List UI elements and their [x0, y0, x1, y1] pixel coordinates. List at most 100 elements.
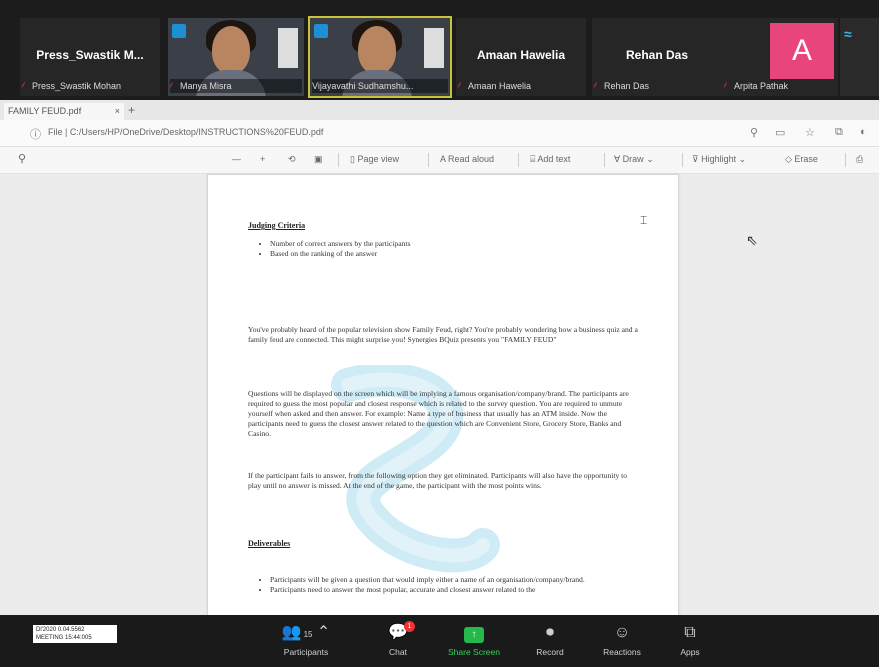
elimination-paragraph: If the participant fails to answer, from…: [248, 471, 628, 490]
zoom-icon[interactable]: ⚲: [750, 126, 758, 139]
pdf-page[interactable]: Judging Criteria Number of correct answe…: [207, 174, 679, 617]
poster-decoration: [314, 24, 328, 38]
address-text[interactable]: File | C:/Users/HP/OneDrive/Desktop/INST…: [48, 127, 323, 137]
poster-decoration: [172, 24, 186, 38]
toolbar-divider: [518, 153, 519, 167]
list-item: Participants will be given a question th…: [270, 575, 640, 585]
browser-tab[interactable]: FAMILY FEUD.pdf ×: [4, 103, 124, 120]
participant-label: Vijayavathi Sudhamshu...: [312, 81, 414, 91]
close-tab-icon[interactable]: ×: [115, 103, 120, 120]
list-item: Based on the ranking of the answer: [270, 249, 640, 259]
participants-label: Participants: [283, 647, 329, 657]
toolbar-divider: [604, 153, 605, 167]
search-icon[interactable]: ⚲: [18, 152, 26, 165]
info-icon[interactable]: ⓘ: [30, 126, 41, 142]
share-screen-button[interactable]: ↑ Share Screen: [444, 621, 504, 657]
participant-name-large: Amaan Hawelia: [476, 48, 566, 62]
toolbar-divider: [338, 153, 339, 167]
chat-icon: 💬: [388, 624, 408, 641]
participants-button[interactable]: 👥 15 ⌃ Participants: [276, 621, 336, 657]
mic-muted-icon: ⁄: [170, 81, 172, 91]
zoom-out-button[interactable]: —: [232, 154, 241, 164]
participant-tile[interactable]: Press_Swastik M... ⁄ Press_Swastik Mohan: [20, 18, 160, 96]
pdf-toolbar: ⚲ — + ⟲ ▣ ▯ Page view A Read aloud ⌸ Add…: [0, 147, 879, 174]
apps-button[interactable]: ⧉ Apps: [660, 621, 720, 657]
apps-icon: ⧉: [684, 624, 696, 641]
participant-avatar-tile[interactable]: A ⁄ Arpita Pathak: [722, 18, 838, 96]
participant-label: Press_Swastik Mohan: [32, 81, 122, 91]
participant-label: Rehan Das: [604, 81, 650, 91]
deliverables-section: Deliverables Participants will be given …: [248, 539, 640, 595]
judging-section: Judging Criteria Number of correct answe…: [248, 221, 640, 259]
page-view-button[interactable]: ▯ Page view: [350, 154, 399, 165]
record-button[interactable]: ⏺ Record: [520, 621, 580, 657]
participant-video-tile-active[interactable]: Vijayavathi Sudhamshu...: [308, 16, 452, 98]
participants-icon: 👥 15 ⌃: [281, 624, 331, 641]
participant-label: Arpita Pathak: [734, 81, 789, 91]
mic-muted-icon: ⁄: [22, 81, 24, 91]
reactions-label: Reactions: [603, 647, 641, 657]
add-text-button[interactable]: ⌸ Add text: [530, 154, 570, 165]
profile-icon[interactable]: ◐: [860, 126, 867, 138]
tab-title: FAMILY FEUD.pdf: [8, 106, 82, 116]
read-mode-icon[interactable]: ▭: [775, 126, 785, 139]
print-icon[interactable]: ⎙: [856, 154, 863, 165]
rules-paragraph: Questions will be displayed on the scree…: [248, 389, 629, 438]
new-tab-icon[interactable]: +: [128, 103, 135, 117]
highlight-button[interactable]: ⊽ Highlight ⌄: [692, 154, 746, 165]
mouse-pointer-icon: ⇖: [746, 232, 758, 248]
logo-icon: ≈: [844, 26, 852, 42]
section-heading: Judging Criteria: [248, 221, 306, 230]
toolbar-divider: [428, 153, 429, 167]
section-heading: Deliverables: [248, 539, 291, 548]
participant-label: Manya Misra: [180, 81, 232, 91]
deliverables-list: Participants will be given a question th…: [248, 575, 640, 595]
read-aloud-button[interactable]: A Read aloud: [440, 154, 494, 164]
fit-page-icon[interactable]: ⟲: [288, 154, 296, 165]
share-screen-label: Share Screen: [448, 647, 500, 657]
intro-paragraph: You've probably heard of the popular tel…: [248, 325, 638, 344]
participant-tile-partial[interactable]: ≈: [840, 18, 879, 96]
participant-label: Amaan Hawelia: [468, 81, 532, 91]
mic-muted-icon: ⁄: [458, 81, 460, 91]
participant-name-large: Rehan Das: [625, 48, 689, 62]
record-icon: ⏺: [545, 624, 554, 641]
toolbar-divider: [682, 153, 683, 167]
mic-muted-icon: ⁄: [594, 81, 596, 91]
participant-name-large: Press_Swastik M...: [36, 48, 144, 62]
badge-line: Dl'2020 0.04.5562: [36, 627, 85, 633]
badge-line: MEETING 15:44:005: [36, 635, 92, 641]
mic-muted-icon: ⁄: [724, 81, 726, 91]
collections-icon[interactable]: ⧉: [835, 126, 843, 139]
participant-video-tile[interactable]: ⁄ Manya Misra: [168, 18, 304, 96]
reactions-button[interactable]: ☺ Reactions: [592, 621, 652, 657]
address-bar[interactable]: ⓘ File | C:/Users/HP/OneDrive/Desktop/IN…: [0, 120, 879, 147]
meeting-info-badge: Dl'2020 0.04.5562 MEETING 15:44:005: [33, 625, 117, 643]
page-icon[interactable]: ▣: [314, 154, 323, 165]
participants-count: 15: [303, 630, 313, 639]
participant-strip: Press_Swastik M... ⁄ Press_Swastik Mohan …: [0, 0, 879, 100]
video-face: [212, 26, 250, 74]
background-board: [278, 28, 298, 68]
browser-tab-bar: FAMILY FEUD.pdf × +: [0, 100, 879, 120]
favorite-icon[interactable]: ☆: [805, 126, 815, 139]
meeting-controls-bar: Dl'2020 0.04.5562 MEETING 15:44:005 👥 15 …: [0, 615, 879, 667]
background-board: [424, 28, 444, 68]
toolbar-divider: [845, 153, 846, 167]
avatar: A: [770, 23, 834, 79]
zoom-in-button[interactable]: +: [260, 154, 265, 164]
chat-label: Chat: [389, 647, 407, 657]
erase-button[interactable]: ◇ Erase: [785, 154, 818, 165]
chat-button[interactable]: 💬 1 Chat: [368, 621, 428, 657]
participant-tile[interactable]: Amaan Hawelia ⁄ Amaan Hawelia: [456, 18, 586, 96]
reactions-icon: ☺: [613, 624, 631, 641]
text-cursor-icon: ⌶: [640, 213, 648, 227]
apps-label: Apps: [680, 647, 700, 657]
participant-tile[interactable]: Rehan Das ⁄ Rehan Das: [592, 18, 722, 96]
chat-notification-badge: 1: [404, 621, 415, 632]
draw-button[interactable]: ∀ Draw ⌄: [614, 154, 654, 165]
video-face: [358, 26, 396, 74]
list-item: Participants need to answer the most pop…: [270, 585, 640, 595]
share-screen-icon: ↑: [464, 627, 484, 643]
list-item: Number of correct answers by the partici…: [270, 239, 640, 249]
